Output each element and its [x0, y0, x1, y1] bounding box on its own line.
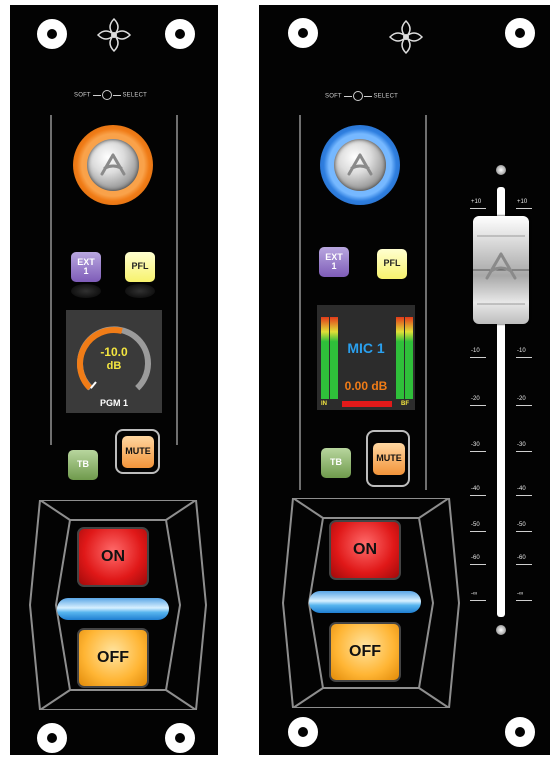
- meter-bf-label: BF: [401, 401, 409, 407]
- soft-select-knob[interactable]: [320, 125, 400, 205]
- scale-label-right: -60: [517, 555, 526, 561]
- scale-label-left: -∞: [471, 591, 478, 597]
- brand-logo-icon: [96, 17, 132, 53]
- mounting-hole-top-right: [505, 18, 535, 48]
- mounting-hole-top-left: [288, 18, 318, 48]
- scale-label-left: +10: [471, 199, 482, 205]
- scale-label-right: +10: [517, 199, 528, 205]
- fader-screw-bottom: [496, 625, 506, 635]
- scale-label-right: -30: [517, 442, 526, 448]
- scale-label-right: -∞: [517, 591, 524, 597]
- soft-label: SOFT: [74, 92, 91, 99]
- scale-label-right: -40: [517, 486, 526, 492]
- knob-cap: [334, 139, 386, 191]
- level-value: 0.00 dB: [344, 379, 388, 393]
- scale-label-left: -20: [471, 396, 480, 402]
- pfl-button[interactable]: PFL: [377, 249, 407, 279]
- select-label: SELECT: [373, 93, 398, 100]
- rail-left: [50, 115, 52, 445]
- source-name: PGM 1: [99, 398, 128, 408]
- knob-cap: [87, 139, 139, 191]
- mute-button[interactable]: MUTE: [373, 443, 405, 475]
- soft-select-knob[interactable]: [73, 125, 153, 205]
- mute-button[interactable]: MUTE: [122, 436, 154, 468]
- fader-screw-top: [496, 165, 506, 175]
- level-bar: [342, 401, 392, 407]
- soft-select-label: SOFT SELECT: [74, 90, 147, 100]
- gain-unit: dB: [106, 360, 122, 372]
- mounting-hole-bottom-right: [165, 723, 195, 753]
- talkback-button[interactable]: TB: [321, 448, 351, 478]
- rail-left: [299, 115, 301, 490]
- mounting-hole-top-left: [37, 19, 67, 49]
- channel-display: MIC 1 0.00 dB IN BF: [317, 305, 415, 410]
- scale-label-left: -40: [471, 486, 480, 492]
- soft-label: SOFT: [325, 93, 342, 100]
- channel-strip-2: SOFT SELECT EXT 1 PFL MIC 1 0.00 dB IN BF…: [259, 5, 550, 755]
- status-light-bar: [309, 591, 421, 613]
- channel-strip-1: SOFT SELECT EXT 1 PFL -10.0 dB PGM 1 TB M…: [10, 5, 218, 755]
- pfl-glow: [125, 284, 155, 298]
- scale-label-left: -10: [471, 348, 480, 354]
- scale-label-right: -20: [517, 396, 526, 402]
- status-light-bar: [57, 598, 169, 620]
- scale-label-left: -50: [471, 522, 480, 528]
- scale-label-right: -50: [517, 522, 526, 528]
- fader-logo-icon: [473, 235, 529, 305]
- scale-label-right: -10: [517, 348, 526, 354]
- gain-value: -10.0: [100, 345, 128, 359]
- brand-logo-icon: [388, 19, 424, 55]
- ext-1-button[interactable]: EXT 1: [319, 247, 349, 277]
- mounting-hole-top-right: [165, 19, 195, 49]
- channel-name: MIC 1: [347, 340, 385, 356]
- ext-glow: [71, 284, 101, 298]
- scale-label-left: -60: [471, 555, 480, 561]
- meter-in-label: IN: [321, 401, 327, 407]
- logo-a-icon: [347, 153, 373, 176]
- rail-right: [176, 115, 178, 445]
- mounting-hole-bottom-right: [505, 717, 535, 747]
- off-button[interactable]: OFF: [329, 622, 401, 682]
- soft-select-label: SOFT SELECT: [325, 91, 398, 101]
- select-label: SELECT: [122, 92, 147, 99]
- gain-display: -10.0 dB PGM 1: [66, 310, 162, 413]
- pfl-button[interactable]: PFL: [125, 252, 155, 282]
- logo-a-icon: [100, 153, 126, 176]
- fader-cap[interactable]: [473, 216, 529, 324]
- scale-label-left: -30: [471, 442, 480, 448]
- on-button[interactable]: ON: [329, 520, 401, 580]
- mounting-hole-bottom-left: [37, 723, 67, 753]
- off-button[interactable]: OFF: [77, 628, 149, 688]
- ext-1-button[interactable]: EXT 1: [71, 252, 101, 282]
- talkback-button[interactable]: TB: [68, 450, 98, 480]
- on-button[interactable]: ON: [77, 527, 149, 587]
- mounting-hole-bottom-left: [288, 717, 318, 747]
- rail-right: [425, 115, 427, 490]
